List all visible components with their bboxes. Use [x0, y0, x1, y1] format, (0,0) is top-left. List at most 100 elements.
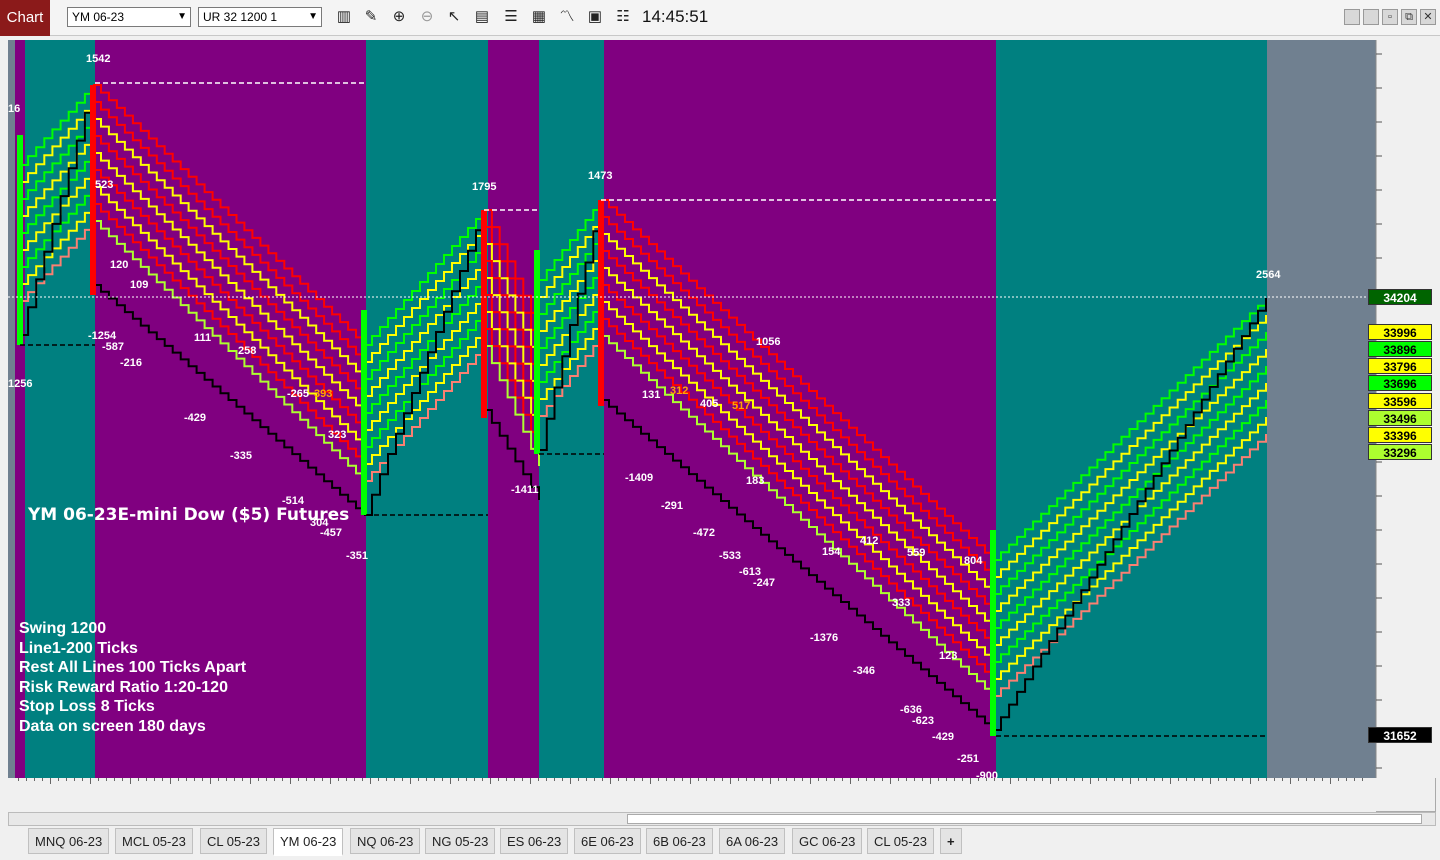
time-tick — [1282, 778, 1283, 781]
maximize-icon[interactable]: ⧉ — [1401, 9, 1417, 25]
time-tick — [794, 778, 795, 781]
bar-type-value: UR 32 1200 1 — [203, 10, 278, 24]
time-tick — [690, 778, 691, 784]
time-tick — [282, 778, 283, 781]
scrollbar-thumb[interactable] — [627, 814, 1422, 824]
bar-type-selector[interactable]: UR 32 1200 1 ▼ — [198, 7, 322, 27]
minimize-window-icon[interactable]: ▫ — [1382, 9, 1398, 25]
restore-icon[interactable] — [1363, 9, 1379, 25]
time-tick — [1106, 778, 1107, 781]
templates-icon[interactable]: ▣ — [586, 8, 604, 26]
time-axis[interactable] — [8, 778, 1376, 812]
time-tick — [306, 778, 307, 781]
time-tick — [1074, 778, 1075, 781]
tab-gc-06-23[interactable]: GC 06-23 — [792, 828, 863, 854]
tab-cl-05-23[interactable]: CL 05-23 — [200, 828, 267, 854]
tab-mnq-06-23[interactable]: MNQ 06-23 — [28, 828, 110, 854]
time-tick — [1178, 778, 1179, 781]
swing-label: -265 — [287, 388, 309, 400]
time-tick — [162, 778, 163, 781]
time-tick — [706, 778, 707, 781]
time-tick — [1226, 778, 1227, 781]
time-tick — [122, 778, 123, 781]
price-marker: 33696 — [1368, 375, 1432, 391]
tab-es-06-23[interactable]: ES 06-23 — [500, 828, 569, 854]
time-tick — [394, 778, 395, 781]
time-tick — [874, 778, 875, 781]
swing-label: -1411 — [511, 484, 539, 496]
horizontal-scrollbar[interactable] — [8, 812, 1436, 826]
time-tick — [818, 778, 819, 781]
draw-icon[interactable]: ✎ — [362, 8, 380, 26]
properties-icon[interactable]: ☰ — [502, 8, 520, 26]
swing-label: 393 — [314, 388, 332, 400]
price-marker: 33496 — [1368, 410, 1432, 426]
time-tick — [34, 778, 35, 781]
chevron-down-icon: ▼ — [177, 11, 187, 22]
tab-ng-05-23[interactable]: NG 05-23 — [425, 828, 496, 854]
time-tick — [938, 778, 939, 781]
time-tick — [330, 778, 331, 784]
time-tick — [514, 778, 515, 781]
pointer-icon[interactable]: ↖ — [445, 8, 463, 26]
chart-title-button[interactable]: Chart — [0, 0, 50, 36]
time-tick — [522, 778, 523, 781]
swing-label: -623 — [912, 715, 934, 727]
time-tick — [322, 778, 323, 781]
time-tick — [1242, 778, 1243, 781]
time-tick — [186, 778, 187, 781]
swing-label: 412 — [860, 535, 878, 547]
time-tick — [1346, 778, 1347, 781]
list-icon[interactable]: ☷ — [614, 8, 632, 26]
tab-6e-06-23[interactable]: 6E 06-23 — [574, 828, 641, 854]
instrument-selector[interactable]: YM 06-23 ▼ — [67, 7, 191, 27]
add-tab-button[interactable]: + — [940, 828, 962, 854]
time-tick — [58, 778, 59, 781]
price-marker: 33396 — [1368, 427, 1432, 443]
data-box-icon[interactable]: ▤ — [473, 8, 491, 26]
tab-mcl-05-23[interactable]: MCL 05-23 — [115, 828, 193, 854]
swing-label: 523 — [95, 179, 113, 191]
time-tick — [338, 778, 339, 781]
time-tick — [1026, 778, 1027, 781]
minimize-icon[interactable] — [1344, 9, 1360, 25]
tab-6a-06-23[interactable]: 6A 06-23 — [719, 828, 786, 854]
tab-6b-06-23[interactable]: 6B 06-23 — [646, 828, 713, 854]
time-tick — [1170, 778, 1171, 784]
time-tick — [914, 778, 915, 781]
tab-cl-05-23[interactable]: CL 05-23 — [867, 828, 934, 854]
instrument-value: YM 06-23 — [72, 10, 125, 24]
time-tick — [50, 778, 51, 784]
time-tick — [466, 778, 467, 781]
swing-label: -291 — [661, 500, 683, 512]
time-tick — [682, 778, 683, 781]
swing-label: 111 — [194, 332, 211, 344]
time-tick — [722, 778, 723, 781]
swing-label: 109 — [130, 279, 148, 291]
time-tick — [1338, 778, 1339, 781]
time-tick — [226, 778, 227, 781]
time-tick — [290, 778, 291, 784]
info-line: Rest All Lines 100 Ticks Apart — [19, 659, 247, 676]
time-tick — [962, 778, 963, 781]
instrument-title: YM 06-23E-mini Dow ($5) Futures — [28, 505, 350, 525]
info-line: Data on screen 180 days — [19, 718, 206, 735]
zoom-in-icon[interactable]: ⊕ — [390, 8, 408, 26]
time-tick — [98, 778, 99, 781]
zoom-out-icon[interactable]: ⊖ — [418, 8, 436, 26]
indicators-icon[interactable]: ▦ — [530, 8, 548, 26]
time-tick — [530, 778, 531, 784]
time-tick — [1354, 778, 1355, 781]
strategies-icon[interactable]: 〽 — [558, 8, 576, 26]
close-icon[interactable]: ✕ — [1420, 9, 1436, 25]
tab-ym-06-23[interactable]: YM 06-23 — [273, 828, 344, 856]
time-tick — [146, 778, 147, 781]
bars-icon[interactable]: ▥ — [335, 8, 353, 26]
time-tick — [762, 778, 763, 781]
swing-label: -351 — [346, 550, 368, 562]
time-tick — [1154, 778, 1155, 781]
time-tick — [266, 778, 267, 781]
time-tick — [1186, 778, 1187, 781]
time-tick — [1162, 778, 1163, 781]
tab-nq-06-23[interactable]: NQ 06-23 — [350, 828, 421, 854]
